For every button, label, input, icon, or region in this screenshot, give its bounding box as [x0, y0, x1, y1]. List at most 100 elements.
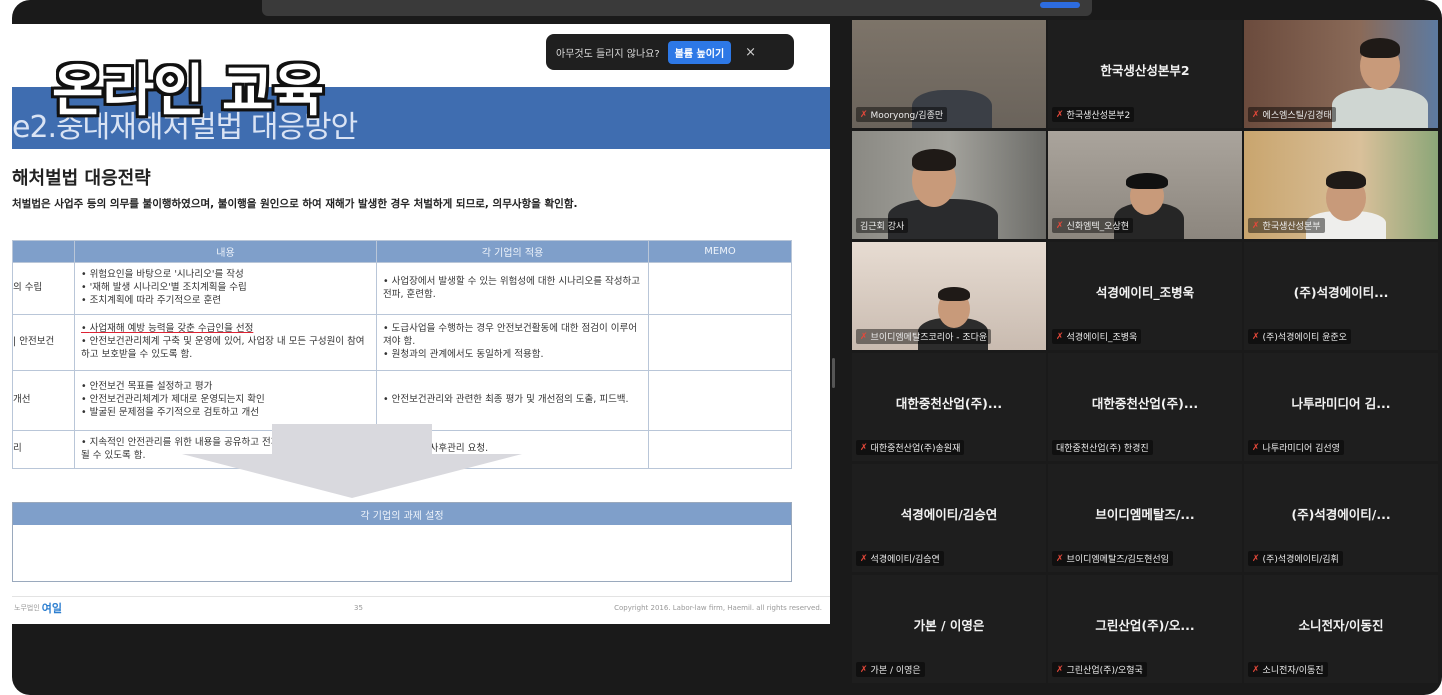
list-item: '재해 발생 시나리오'별 조치계획을 수립	[81, 282, 370, 295]
participant-tile[interactable]: ✗ 신화엠텍_오상현	[1048, 131, 1242, 239]
participant-tile[interactable]: 한국생산성본부2 ✗ 한국생산성본부2	[1048, 20, 1242, 128]
participant-name-label: ✗ 소니전자/이동진	[1248, 662, 1328, 677]
participant-display-name: 대한중천산업(주)...	[895, 396, 1003, 411]
content-cell: 안전보건 목표를 설정하고 평가 안전보건관리체계가 제대로 운영되는지 확인 …	[74, 370, 377, 431]
list-item: 원청과의 관계에서도 동일하게 적용함.	[383, 349, 642, 362]
table-header-row: 내용 각 기업의 적용 MEMO	[12, 240, 792, 263]
mic-muted-icon: ✗	[1056, 331, 1064, 342]
participant-tile[interactable]: ✗ 브이디엠메탈즈코리아 - 조다윤	[852, 242, 1046, 350]
list-item: 안전보건관리와 관련한 최종 평가 및 개선점의 도출, 피드백.	[383, 394, 642, 407]
participant-display-name: 브이디엠메탈즈/...	[1095, 507, 1195, 522]
mic-muted-icon: ✗	[860, 331, 868, 342]
mic-muted-icon: ✗	[1056, 664, 1064, 675]
mic-muted-icon: ✗	[1252, 442, 1260, 453]
participant-tile[interactable]: ✗ 한국생산성본부	[1244, 131, 1438, 239]
participant-display-name: 그린산업(주)/오...	[1095, 618, 1195, 633]
participant-name-label: ✗ 에스엠스틸/김경태	[1248, 107, 1336, 122]
list-item: 조치계획에 따라 주기적으로 훈련	[81, 295, 370, 308]
participant-name-label: ✗ 대한중천산업(주)송원재	[856, 440, 965, 455]
participant-tile[interactable]: 소니전자/이동진 ✗ 소니전자/이동진	[1244, 575, 1438, 683]
participant-tile[interactable]: 그린산업(주)/오... ✗ 그린산업(주)/오형국	[1048, 575, 1242, 683]
participant-name: 김근회 강사	[860, 222, 905, 232]
participant-name: (주)석경에이티 윤준오	[1262, 333, 1347, 343]
participant-display-name: 소니전자/이동진	[1298, 618, 1384, 633]
headset-band	[1126, 173, 1168, 189]
participant-name-label: ✗ (주)석경에이티 윤준오	[1248, 329, 1351, 344]
participant-name: 브이디엠메탈즈/김도현선임	[1066, 555, 1169, 565]
memo-cell	[648, 314, 792, 371]
participant-name-label: ✗ 석경에이티/김승연	[856, 551, 944, 566]
participant-tile[interactable]: (주)석경에이티/... ✗ (주)석경에이티/김휘	[1244, 464, 1438, 572]
mic-muted-icon: ✗	[1252, 331, 1260, 342]
participant-name-label: ✗ Mooryong/김종만	[856, 107, 948, 122]
volume-up-button[interactable]: 볼륨 높이기	[667, 40, 732, 64]
memo-cell	[648, 430, 792, 469]
table-row: | 안전보건 사업재해 예방 능력을 갖춘 수급인을 선정 안전보건관리체계 구…	[12, 314, 792, 371]
table-header: 내용	[74, 240, 377, 263]
audio-notification: 아무것도 들리지 않나요? 볼륨 높이기 ×	[546, 34, 794, 70]
participant-name: 그린산업(주)/오형국	[1066, 666, 1143, 676]
participant-tile-active-speaker[interactable]: 김근회 강사	[852, 131, 1046, 239]
participant-tile[interactable]: 석경에이티/김승연 ✗ 석경에이티/김승연	[852, 464, 1046, 572]
application-cell: 사업장에서 발생할 수 있는 위험성에 대한 시나리오를 작성하고 전파, 훈련…	[376, 262, 649, 315]
shared-screen: e2.중대재해처벌법 대응방안 온라인 교육 아무것도 들리지 않나요? 볼륨 …	[12, 24, 830, 624]
participant-name-label: ✗ 브이디엠메탈즈코리아 - 조다윤	[856, 329, 992, 344]
participant-tile[interactable]: 브이디엠메탈즈/... ✗ 브이디엠메탈즈/김도현선임	[1048, 464, 1242, 572]
memo-cell	[648, 262, 792, 315]
participant-name: 가본 / 이영은	[870, 666, 921, 676]
participant-name-label: ✗ 브이디엠메탈즈/김도현선임	[1052, 551, 1173, 566]
meeting-top-bar[interactable]	[262, 0, 1092, 16]
footer-logo: 여일	[41, 601, 63, 615]
participant-name: 소니전자/이동진	[1262, 666, 1324, 676]
overlay-title: 온라인 교육	[52, 59, 324, 124]
participant-display-name: (주)석경에이티...	[1293, 285, 1389, 300]
application-cell: 안전보건관리와 관련한 최종 평가 및 개선점의 도출, 피드백.	[376, 370, 649, 431]
close-icon[interactable]: ×	[745, 45, 756, 60]
mic-muted-icon: ✗	[860, 553, 868, 564]
mic-muted-icon: ✗	[1056, 220, 1064, 231]
down-arrow-stem	[272, 424, 432, 456]
participant-tile[interactable]: (주)석경에이티... ✗ (주)석경에이티 윤준오	[1244, 242, 1438, 350]
participant-display-name: 석경에이티_조병욱	[1095, 285, 1195, 300]
mic-muted-icon: ✗	[860, 664, 868, 675]
participant-tile[interactable]: 나투라미디어 김... ✗ 나투라미디어 김선영	[1244, 353, 1438, 461]
slide-footer: 노무법인 여일 35 Copyright 2016. Labor-law fir…	[12, 596, 830, 618]
person-hair	[938, 287, 970, 301]
application-cell: 도급사업을 수행하는 경우 안전보건활동에 대한 점검이 이루어져야 함. 원청…	[376, 314, 649, 371]
mic-muted-icon: ✗	[1056, 553, 1064, 564]
participant-name-label: 대한중천산업(주) 한경진	[1052, 440, 1153, 455]
participant-name-label: ✗ 한국생산성본부2	[1052, 107, 1135, 122]
task-box: 각 기업의 과제 설정	[12, 502, 792, 582]
footer-brand: 노무법인	[14, 603, 40, 612]
memo-cell	[648, 370, 792, 431]
participant-display-name: 대한중천산업(주)...	[1091, 396, 1199, 411]
participant-tile[interactable]: 대한중천산업(주)... 대한중천산업(주) 한경진	[1048, 353, 1242, 461]
participant-name-label: ✗ 그린산업(주)/오형국	[1052, 662, 1147, 677]
table-row: 개선 안전보건 목표를 설정하고 평가 안전보건관리체계가 제대로 운영되는지 …	[12, 370, 792, 431]
participant-name: 대한중천산업(주) 한경진	[1056, 444, 1149, 454]
table-header: 각 기업의 적용	[376, 240, 649, 263]
participant-tile[interactable]: 가본 / 이영은 ✗ 가본 / 이영은	[852, 575, 1046, 683]
row-label: | 안전보건	[12, 314, 75, 371]
copyright: Copyright 2016. Labor-law firm, Haemil. …	[614, 603, 822, 612]
participant-tile[interactable]: 대한중천산업(주)... ✗ 대한중천산업(주)송원재	[852, 353, 1046, 461]
list-item: 안전보건 목표를 설정하고 평가	[81, 381, 370, 394]
list-item: 도급사업을 수행하는 경우 안전보건활동에 대한 점검이 이루어져야 함.	[383, 323, 642, 349]
participant-tile[interactable]: ✗ Mooryong/김종만	[852, 20, 1046, 128]
mic-muted-icon: ✗	[1252, 553, 1260, 564]
row-label: 리	[12, 430, 75, 469]
participant-display-name: (주)석경에이티/...	[1291, 507, 1391, 522]
participant-name-label: ✗ (주)석경에이티/김휘	[1248, 551, 1343, 566]
participant-name-label: ✗ 한국생산성본부	[1248, 218, 1325, 233]
participant-name: 브이디엠메탈즈코리아 - 조다윤	[870, 333, 988, 343]
participant-tile[interactable]: 석경에이티_조병욱 ✗ 석경에이티_조병욱	[1048, 242, 1242, 350]
mic-muted-icon: ✗	[860, 442, 868, 453]
page-number: 35	[354, 603, 363, 612]
participant-tile[interactable]: ✗ 에스엠스틸/김경태	[1244, 20, 1438, 128]
participant-name: 에스엠스틸/김경태	[1262, 111, 1332, 121]
list-item: 안전보건관리체계 구축 및 운영에 있어, 사업장 내 모든 구성원이 참여하고…	[81, 336, 370, 362]
split-resize-handle[interactable]	[832, 358, 835, 388]
top-bar-button[interactable]	[1040, 2, 1080, 8]
mic-muted-icon: ✗	[1252, 664, 1260, 675]
participant-name: 나투라미디어 김선영	[1262, 444, 1340, 454]
